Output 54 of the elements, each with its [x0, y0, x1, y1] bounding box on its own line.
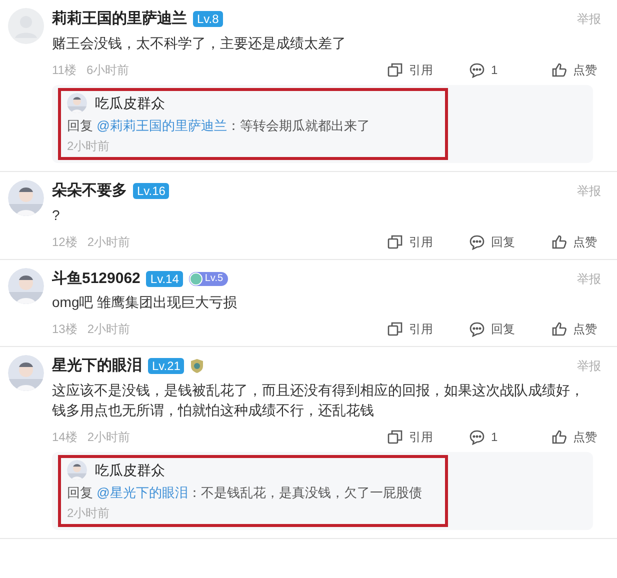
reply-text: 回复 @星光下的眼泪：不是钱乱花，是真没钱，欠了一屁股债	[67, 484, 423, 502]
floor-number: 11楼	[52, 62, 76, 78]
thumbs-up-icon	[551, 234, 567, 250]
floor-number: 12楼	[52, 234, 78, 250]
planet-icon	[188, 272, 203, 286]
reply-time: 2小时前	[67, 505, 111, 522]
quote-button[interactable]: 引用	[387, 428, 437, 446]
username[interactable]: 朵朵不要多	[52, 180, 127, 202]
speech-bubble-icon	[469, 234, 485, 250]
quote-button[interactable]: 引用	[387, 60, 437, 78]
username[interactable]: 莉莉王国的里萨迪兰	[52, 8, 187, 30]
fan-badge: Lv.5	[188, 272, 228, 286]
level-badge: Lv.21	[148, 358, 184, 374]
speech-bubble-icon	[469, 321, 485, 337]
username[interactable]: 斗鱼5129062	[52, 268, 140, 290]
level-badge: Lv.14	[146, 270, 183, 287]
reply-time: 2小时前	[67, 138, 111, 155]
like-button[interactable]: 点赞	[551, 232, 601, 250]
level-badge: Lv.8	[193, 11, 223, 28]
copy-icon	[387, 234, 403, 250]
thumbs-up-icon	[551, 428, 567, 444]
copy-icon	[387, 428, 403, 444]
reply-button[interactable]: 回复	[469, 232, 519, 250]
like-button[interactable]: 点赞	[551, 428, 601, 446]
reply-author: 吃瓜皮群众	[95, 94, 165, 112]
reply-author: 吃瓜皮群众	[95, 460, 165, 480]
quote-button[interactable]: 引用	[387, 232, 437, 250]
speech-bubble-icon	[469, 62, 485, 78]
copy-icon	[387, 321, 403, 337]
thumbs-up-icon	[551, 62, 567, 78]
like-button[interactable]: 点赞	[551, 60, 601, 78]
comment-text: 这应该不是没钱，是钱被乱花了，而且还没有得到相应的回报，如果这次战队成绩好，钱多用点也无所谓，怕就怕这种成绩不行，还乱花钱	[52, 380, 585, 420]
post-time: 6小时前	[86, 62, 130, 78]
floor-number: 14楼	[52, 428, 78, 446]
shield-icon	[190, 358, 204, 374]
thumbs-up-icon	[551, 321, 567, 337]
like-button[interactable]: 点赞	[551, 320, 601, 338]
speech-bubble-icon	[469, 428, 485, 444]
reply-button[interactable]: 1	[469, 60, 519, 78]
quote-button[interactable]: 引用	[387, 320, 437, 338]
username[interactable]: 星光下的眼泪	[52, 355, 142, 378]
reply-button[interactable]: 回复	[469, 320, 519, 338]
comment-text: 赌王会没钱，太不科学了，主要还是成绩太差了	[52, 34, 347, 52]
reply-text: 回复 @莉莉王国的里萨迪兰：等转会期瓜就都出来了	[67, 116, 371, 134]
post-time: 2小时前	[87, 428, 130, 446]
comment-text: omg吧 雏鹰集团出现巨大亏损	[52, 293, 238, 312]
copy-icon	[387, 62, 403, 78]
default-avatar-icon	[8, 8, 44, 44]
post-time: 2小时前	[87, 321, 130, 338]
level-badge: Lv.16	[133, 183, 170, 200]
post-time: 2小时前	[87, 234, 130, 250]
comment-text: ?	[52, 206, 61, 224]
reply-button[interactable]: 1	[469, 428, 519, 446]
floor-number: 13楼	[52, 321, 78, 338]
